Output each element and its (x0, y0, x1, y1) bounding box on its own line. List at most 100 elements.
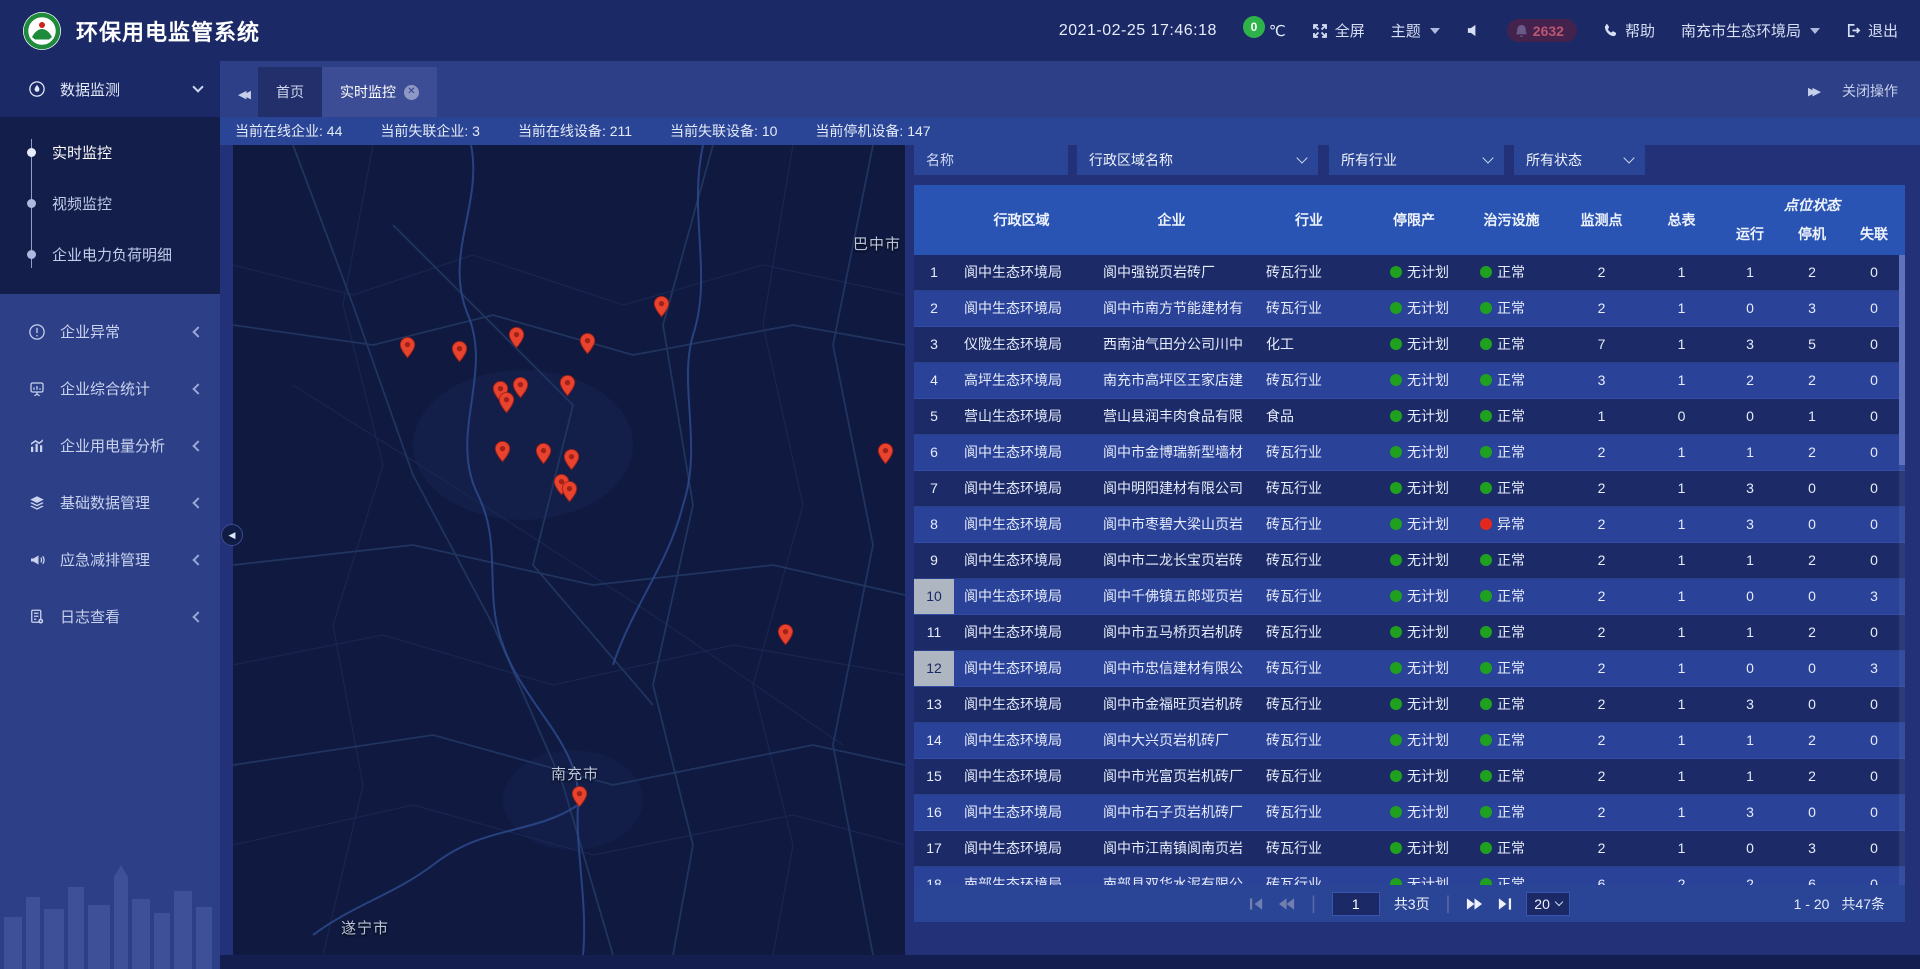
map-pin[interactable] (396, 336, 419, 359)
tabs-scroll-right-icon[interactable]: ▶▶ (1808, 85, 1816, 98)
industry-select[interactable]: 所有行业 (1329, 145, 1504, 175)
chevron-left-icon (192, 326, 203, 337)
sidebar-submenu: 实时监控 视频监控 企业电力负荷明细 (0, 117, 220, 294)
cell-lost-count: 0 (1843, 723, 1905, 758)
table-row[interactable]: 15阆中生态环境局阆中市光富页岩机砖厂砖瓦行业无计划正常21120 (914, 759, 1905, 795)
table-row[interactable]: 14阆中生态环境局阆中大兴页岩机砖厂砖瓦行业无计划正常21120 (914, 723, 1905, 759)
table-row[interactable]: 2阆中生态环境局阆中市南方节能建材有砖瓦行业无计划正常21030 (914, 291, 1905, 327)
sidebar-item-video-monitor[interactable]: 视频监控 (0, 178, 220, 229)
table-row[interactable]: 1阆中生态环境局阆中强锐页岩砖厂砖瓦行业无计划正常21120 (914, 255, 1905, 291)
stat-offline-devices: 当前失联设备10 (670, 121, 777, 141)
table-row[interactable]: 13阆中生态环境局阆中市金福旺页岩机砖砖瓦行业无计划正常21300 (914, 687, 1905, 723)
map-pin[interactable] (560, 448, 583, 471)
close-operations-button[interactable]: 关闭操作 (1842, 81, 1898, 101)
cell-run-count: 0 (1719, 579, 1781, 614)
cell-industry: 砖瓦行业 (1254, 255, 1364, 290)
tabs-scroll-left-icon[interactable]: ◀◀ (238, 88, 246, 101)
last-page-icon[interactable] (1497, 897, 1512, 911)
status-dot-icon (1390, 446, 1402, 458)
map-pin[interactable] (532, 442, 555, 465)
region-select-value: 行政区域名称 (1089, 150, 1173, 170)
user-dropdown[interactable]: 南充市生态环境局 (1681, 20, 1820, 41)
sidebar-item-company-statistics[interactable]: 企业综合统计 (0, 360, 220, 417)
tab-home[interactable]: 首页 (258, 67, 322, 117)
cell-industry: 砖瓦行业 (1254, 759, 1364, 794)
map[interactable]: 巴中市 南充市 遂宁市 (233, 145, 905, 955)
app-logo-icon (22, 11, 62, 51)
logout-button[interactable]: 退出 (1846, 20, 1898, 41)
sidebar-item-realtime-monitor[interactable]: 实时监控 (0, 127, 220, 178)
page-size-select[interactable]: 20 (1526, 892, 1570, 916)
table-row[interactable]: 16阆中生态环境局阆中市石子页岩机砖厂砖瓦行业无计划正常21300 (914, 795, 1905, 831)
skyline-decoration (0, 849, 220, 969)
table-row[interactable]: 5营山生态环境局营山县润丰肉食品有限食品无计划正常10010 (914, 399, 1905, 435)
table-row[interactable]: 8阆中生态环境局阆中市枣碧大梁山页岩砖瓦行业无计划异常21300 (914, 507, 1905, 543)
status-dot-icon (1390, 734, 1402, 746)
table-row[interactable]: 11阆中生态环境局阆中市五马桥页岩机砖砖瓦行业无计划正常21120 (914, 615, 1905, 651)
cell-treatment-status: 正常 (1464, 615, 1559, 650)
status-dot-icon (1390, 410, 1402, 422)
table-row[interactable]: 10阆中生态环境局阆中千佛镇五郎垭页岩砖瓦行业无计划正常21003 (914, 579, 1905, 615)
map-pin[interactable] (556, 374, 579, 397)
sidebar-item-power-analysis[interactable]: 企业用电量分析 (0, 417, 220, 474)
table-row[interactable]: 12阆中生态环境局阆中市忠信建材有限公砖瓦行业无计划正常21003 (914, 651, 1905, 687)
cell-treatment-status: 正常 (1464, 363, 1559, 398)
sidebar-item-log-view[interactable]: 日志查看 (0, 588, 220, 645)
next-page-icon[interactable] (1466, 897, 1483, 911)
mute-button[interactable] (1466, 23, 1481, 38)
table-row[interactable]: 7阆中生态环境局阆中明阳建材有限公司砖瓦行业无计划正常21300 (914, 471, 1905, 507)
cell-stop-count: 3 (1781, 291, 1843, 326)
name-filter[interactable] (914, 145, 1068, 175)
map-pin[interactable] (576, 332, 599, 355)
map-pin[interactable] (558, 480, 581, 503)
cell-company: 西南油气田分公司川中 (1089, 327, 1254, 362)
table-row[interactable]: 17阆中生态环境局阆中市江南镇阆南页岩砖瓦行业无计划正常21030 (914, 831, 1905, 867)
scrollbar[interactable] (1899, 255, 1905, 885)
sidebar-item-label: 数据监测 (60, 79, 120, 100)
region-select[interactable]: 行政区域名称 (1077, 145, 1318, 175)
sidebar-item-data-monitoring[interactable]: 数据监测 (0, 61, 220, 117)
sidebar-item-company-abnormal[interactable]: 企业异常 (0, 303, 220, 360)
table-row[interactable]: 6阆中生态环境局阆中市金博瑞新型墙材砖瓦行业无计划正常21120 (914, 435, 1905, 471)
map-collapse-button[interactable]: ◀ (221, 524, 243, 546)
help-button[interactable]: 帮助 (1603, 20, 1655, 41)
notification-badge[interactable]: 2632 (1507, 19, 1577, 42)
close-icon[interactable]: ✕ (404, 85, 419, 100)
cell-production-status: 无计划 (1364, 579, 1464, 614)
status-dot-icon (1390, 878, 1402, 885)
map-pin[interactable] (495, 391, 518, 414)
cell-lost-count: 0 (1843, 795, 1905, 830)
table-row[interactable]: 9阆中生态环境局阆中市二龙长宝页岩砖砖瓦行业无计划正常21120 (914, 543, 1905, 579)
tab-realtime-monitor[interactable]: 实时监控 ✕ (322, 67, 437, 117)
map-pin[interactable] (505, 326, 528, 349)
page-number-input[interactable] (1332, 892, 1380, 916)
cell-lost-count: 0 (1843, 471, 1905, 506)
map-pin[interactable] (874, 442, 897, 465)
table-row[interactable]: 4高坪生态环境局南充市高坪区王家店建砖瓦行业无计划正常31220 (914, 363, 1905, 399)
table-row[interactable]: 18南部生态环境局南部县双华水泥有限公砖瓦行业无计划正常62260 (914, 867, 1905, 885)
sidebar-item-base-data[interactable]: 基础数据管理 (0, 474, 220, 531)
status-dot-icon (1480, 374, 1492, 386)
map-pin[interactable] (774, 623, 797, 646)
map-pin[interactable] (650, 295, 673, 318)
sidebar-item-emergency-reduction[interactable]: 应急减排管理 (0, 531, 220, 588)
map-pin[interactable] (448, 340, 471, 363)
map-pin[interactable] (491, 440, 514, 463)
fullscreen-button[interactable]: 全屏 (1312, 20, 1365, 41)
table-row[interactable]: 3仪陇生态环境局西南油气田分公司川中化工无计划正常71350 (914, 327, 1905, 363)
sidebar-subitem-label: 视频监控 (52, 193, 112, 214)
first-page-icon[interactable] (1249, 897, 1264, 911)
name-search-input[interactable] (926, 152, 1056, 168)
cell-meter-count: 1 (1644, 831, 1719, 866)
header-region: 行政区域 (954, 185, 1089, 255)
row-index: 18 (914, 867, 954, 885)
sidebar-item-power-load-detail[interactable]: 企业电力负荷明细 (0, 229, 220, 280)
cell-monitor-count: 7 (1559, 327, 1644, 362)
scrollbar-thumb[interactable] (1899, 255, 1905, 465)
map-pin[interactable] (568, 785, 591, 808)
theme-dropdown[interactable]: 主题 (1391, 20, 1440, 41)
cell-lost-count: 0 (1843, 615, 1905, 650)
status-select[interactable]: 所有状态 (1514, 145, 1645, 175)
prev-page-icon[interactable] (1278, 897, 1295, 911)
sidebar-subitem-label: 企业电力负荷明细 (52, 244, 172, 265)
